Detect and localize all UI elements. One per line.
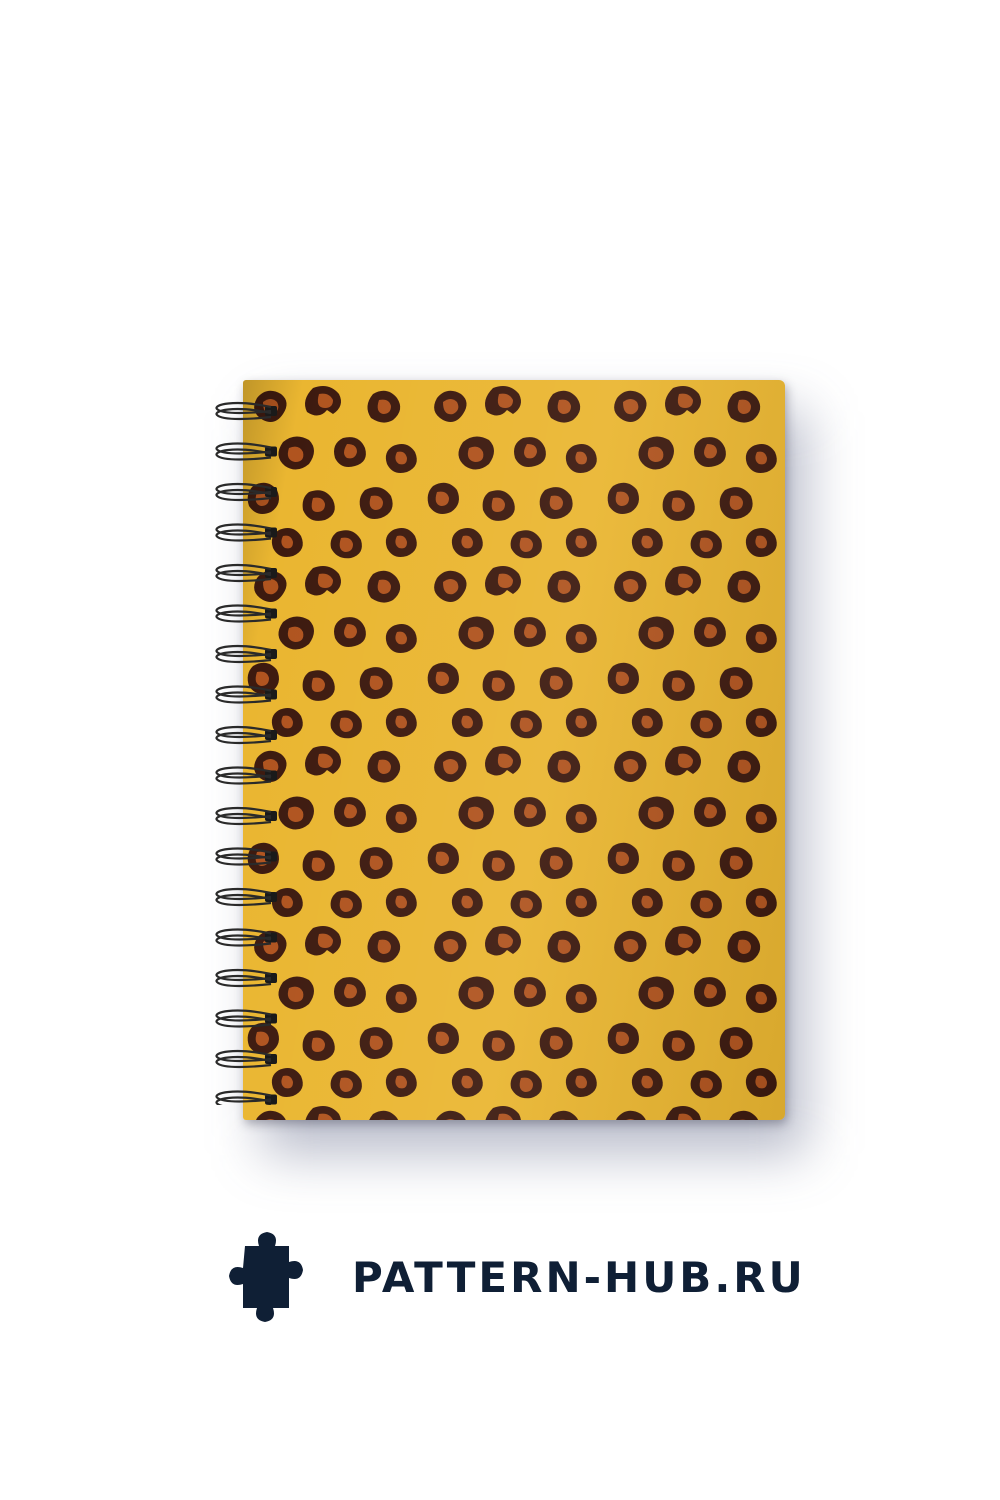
brand-footer: PATTERN-HUB.RU xyxy=(217,1232,803,1324)
spiral-coil xyxy=(215,928,277,947)
puzzle-piece-icon xyxy=(229,1232,303,1322)
spiral-coil xyxy=(215,1049,277,1069)
product-mockup-scene: PATTERN-HUB.RU xyxy=(0,0,1000,1500)
spiral-coil xyxy=(215,968,277,988)
brand-site-name: PATTERN-HUB.RU xyxy=(352,1253,806,1302)
spiral-binding xyxy=(215,401,277,1105)
spiral-coil xyxy=(215,1009,277,1028)
spiral-notebook xyxy=(243,380,785,1120)
spiral-coil xyxy=(215,685,277,704)
spiral-coil xyxy=(215,887,277,907)
spiral-coil xyxy=(215,1090,277,1105)
spiral-coil xyxy=(215,442,277,461)
spiral-coil xyxy=(215,766,277,785)
spiral-coil xyxy=(215,725,277,745)
spiral-coil xyxy=(215,563,277,583)
spiral-coil xyxy=(215,523,277,542)
spiral-coil xyxy=(215,401,277,421)
leopard-print-cover xyxy=(243,380,785,1120)
spiral-coil xyxy=(215,604,277,623)
spiral-coil xyxy=(215,482,277,502)
spiral-coil xyxy=(215,806,277,826)
spiral-coil xyxy=(215,847,277,866)
spiral-coil xyxy=(215,644,277,664)
